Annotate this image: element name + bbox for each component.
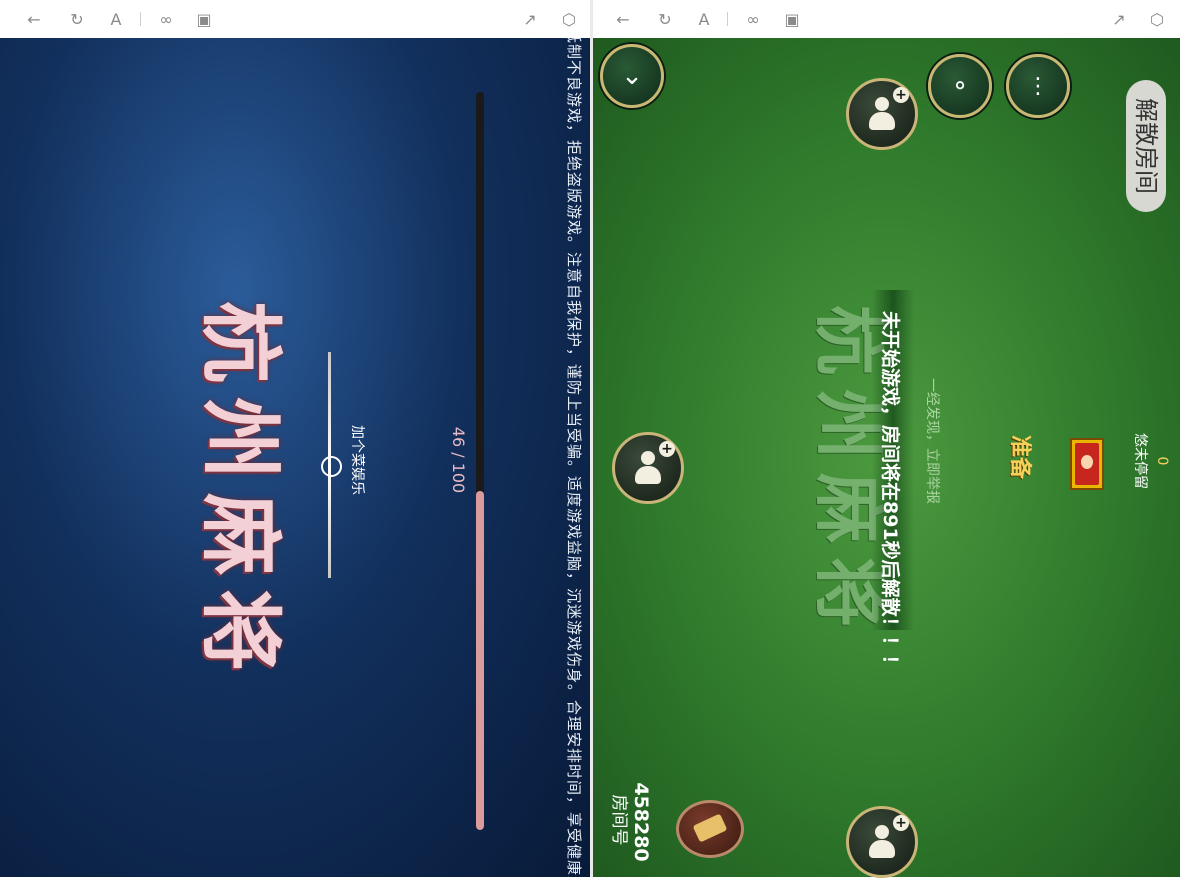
collapse-button[interactable]: ⌄ — [600, 44, 664, 108]
invite-icon — [867, 825, 897, 859]
share-icon[interactable]: ↗ — [520, 9, 540, 29]
room-number: 458280 — [630, 782, 652, 862]
player-name: 悠未停留 — [1132, 433, 1148, 489]
room-number-label: 房间号 — [609, 794, 629, 846]
toolbar-divider — [140, 12, 141, 26]
window-icon[interactable]: ▣ — [782, 9, 802, 29]
cube-icon[interactable]: ⬡ — [1147, 9, 1167, 29]
microphone-icon: ⚬ — [949, 72, 971, 100]
browser-toolbar-right: ← ↻ A ∞ ▣ ↗ ⬡ — [593, 0, 1180, 38]
refresh-icon[interactable]: ↻ — [67, 9, 87, 29]
progress-text: 46 / 100 — [449, 426, 468, 494]
cube-icon[interactable]: ⬡ — [559, 9, 579, 29]
link-icon[interactable]: ∞ — [156, 9, 176, 29]
ticket-button[interactable] — [676, 800, 744, 858]
ornament-icon — [321, 456, 342, 477]
invite-button-top[interactable]: + — [846, 78, 918, 150]
window-icon[interactable]: ▣ — [194, 9, 214, 29]
dissolve-warning: 未开始游戏，房间将在891秒后解散！！！ — [879, 311, 901, 674]
back-icon[interactable]: ← — [24, 9, 44, 29]
ticket-icon — [692, 813, 728, 843]
font-icon[interactable]: A — [694, 9, 714, 29]
invite-icon — [633, 451, 663, 485]
refresh-icon[interactable]: ↻ — [655, 9, 675, 29]
dissolve-room-label: 解散房间 — [1132, 98, 1160, 194]
chat-icon: ⋮ — [1027, 73, 1049, 99]
invite-button-bottom[interactable]: + — [846, 806, 918, 878]
dissolve-room-button[interactable]: 解散房间 — [1126, 80, 1166, 212]
ready-status: 准备 — [1007, 434, 1033, 479]
back-icon[interactable]: ← — [613, 9, 633, 29]
link-icon[interactable]: ∞ — [743, 9, 763, 29]
plus-icon: + — [893, 815, 909, 831]
chat-button[interactable]: ⋮ — [1006, 54, 1070, 118]
tagline: 加个菜娱乐 — [349, 425, 365, 495]
toolbar-divider — [727, 12, 728, 26]
invite-button-left[interactable]: + — [612, 432, 684, 504]
font-icon[interactable]: A — [106, 9, 126, 29]
player-score: 0 — [1154, 456, 1170, 466]
health-notice: 抵制不良游戏，拒绝盗版游戏。注意自我保护，谨防上当受骗。适度游戏益脑，沉迷游戏伤… — [565, 38, 583, 877]
player-avatar[interactable] — [1070, 438, 1104, 490]
plus-icon: + — [893, 87, 909, 103]
loading-logo: 杭州麻将 — [192, 300, 288, 685]
plus-icon: + — [659, 441, 675, 457]
loading-screen: 杭州麻将 加个菜娱乐 46 / 100 抵制不良游戏，拒绝盗版游戏。注意自我保护… — [0, 38, 590, 877]
browser-toolbar-left: ← ↻ A ∞ ▣ ↗ ⬡ — [0, 0, 590, 38]
invite-icon — [867, 97, 897, 131]
voice-button[interactable]: ⚬ — [928, 54, 992, 118]
progress-fill — [476, 491, 484, 830]
rules-line: 一经发现，立即举报 — [924, 378, 940, 504]
share-icon[interactable]: ↗ — [1109, 9, 1129, 29]
chevron-down-icon: ⌄ — [621, 61, 643, 91]
